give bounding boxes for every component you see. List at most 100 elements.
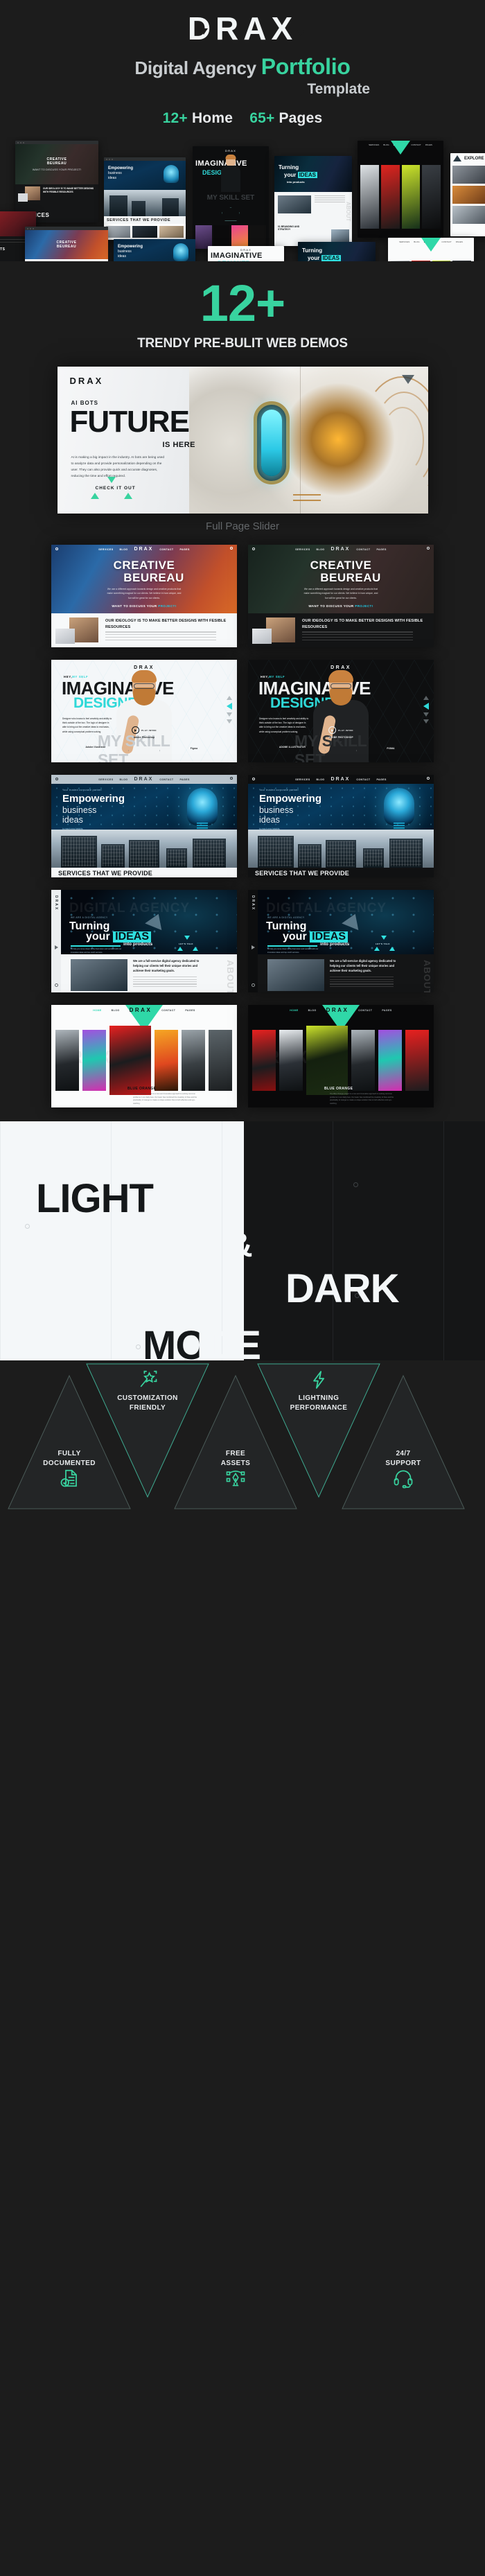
demo-card-creative-light[interactable]: SERVICES BLOG DRAX CONTACT PAGES CREATIV… bbox=[51, 545, 237, 648]
arrow-down-icon[interactable] bbox=[423, 719, 429, 724]
arrow-right-icon[interactable] bbox=[193, 947, 198, 952]
demo-arrow-down-icon[interactable] bbox=[107, 477, 116, 484]
portfolio-item-active[interactable] bbox=[109, 1026, 151, 1096]
nav-link[interactable]: PAGES bbox=[376, 548, 386, 551]
card-cta[interactable]: WANT TO DISCUSS YOUR PROJECT! bbox=[112, 604, 176, 608]
demo-arrow-left-icon[interactable] bbox=[90, 493, 99, 500]
nav-link[interactable]: BLOG bbox=[120, 778, 128, 781]
lets-talk-label[interactable]: LET'S TALK bbox=[179, 943, 193, 945]
user-icon[interactable] bbox=[230, 547, 233, 550]
collage-thumb[interactable]: SERVICES BLOG DRAX CONTACT PAGES bbox=[388, 238, 474, 261]
arrow-right-icon[interactable] bbox=[389, 947, 395, 952]
search-icon[interactable] bbox=[55, 547, 58, 551]
collage-thumb[interactable]: Turning your IDEAS bbox=[298, 242, 376, 261]
portfolio-item-active[interactable] bbox=[306, 1026, 348, 1096]
collage-thumb[interactable]: EXPLORE bbox=[450, 153, 485, 236]
card-paragraph: Designer who knows to feel creativity an… bbox=[62, 717, 112, 733]
demo-card-empowering-light[interactable]: SERVICES BLOG DRAX CONTACT PAGES Your tr… bbox=[51, 775, 237, 878]
user-icon[interactable] bbox=[427, 777, 430, 780]
nav-link[interactable]: CONTACT bbox=[161, 1009, 175, 1012]
portfolio-item[interactable] bbox=[351, 1030, 375, 1092]
lets-talk-label[interactable]: LET'S TALK bbox=[376, 943, 390, 945]
user-icon[interactable] bbox=[251, 983, 255, 988]
demo-card-ideas-dark[interactable]: DRAX DIGITAL AGENCY WE ARE A DIGITAL AGE… bbox=[248, 890, 434, 993]
nav-link[interactable]: CONTACT bbox=[159, 778, 173, 781]
portfolio-item[interactable] bbox=[279, 1030, 303, 1092]
play-arrow-icon[interactable] bbox=[251, 945, 255, 949]
search-icon[interactable] bbox=[55, 778, 58, 781]
collage-thumb[interactable]: SERVICES BLOG DRAX CONTACT PAGES bbox=[358, 141, 443, 238]
nav-link[interactable]: BLOG bbox=[317, 778, 325, 781]
arrow-left-icon[interactable] bbox=[177, 947, 183, 952]
nav-link[interactable]: PAGES bbox=[185, 1009, 195, 1012]
portfolio-item[interactable] bbox=[405, 1030, 429, 1092]
portfolio-item[interactable] bbox=[55, 1030, 79, 1092]
nav-link[interactable]: CONTACT bbox=[356, 548, 370, 551]
portfolio-carousel[interactable] bbox=[248, 1026, 434, 1096]
nav-link[interactable]: PAGES bbox=[179, 548, 189, 551]
collage-thumb[interactable]: DRAX IMAGINATIVE DESIGNER bbox=[208, 246, 284, 261]
ai-bots-demo-card[interactable]: DRAX AI BOTS FUTURE IS HERE AI is making… bbox=[57, 367, 428, 514]
arrow-down-icon[interactable] bbox=[184, 936, 190, 940]
search-icon[interactable] bbox=[252, 778, 255, 781]
slider-arrows[interactable] bbox=[227, 696, 232, 724]
skill-label: Adobe Photoshop bbox=[133, 736, 155, 739]
arrow-down-icon[interactable] bbox=[423, 712, 429, 717]
nav-link[interactable]: SERVICES bbox=[98, 778, 113, 781]
card-paragraph: To help you move closer to the final vis… bbox=[71, 948, 122, 954]
demo-arrow-right-icon[interactable] bbox=[123, 493, 132, 500]
user-icon[interactable] bbox=[54, 983, 58, 988]
nav-link[interactable]: CONTACT bbox=[358, 1009, 372, 1012]
nav-link[interactable]: PAGES bbox=[179, 778, 189, 781]
portfolio-item[interactable] bbox=[82, 1030, 106, 1092]
nav-link[interactable]: CONTACT bbox=[356, 778, 370, 781]
portfolio-item[interactable] bbox=[209, 1030, 232, 1092]
nav-link[interactable]: BLOG bbox=[112, 1009, 120, 1012]
arrow-up-icon[interactable] bbox=[227, 696, 232, 701]
demo-card-portfolio-light[interactable]: DRAX HOME BLOG DRAX CONTACT PAGES BLUE O… bbox=[51, 1005, 237, 1108]
nav-link[interactable]: HOME bbox=[93, 1009, 101, 1012]
arrow-left-icon[interactable] bbox=[423, 703, 429, 710]
collage-thumb[interactable]: Empowering business ideas SERVICES THAT WE… bbox=[104, 157, 186, 240]
nav-link[interactable]: PAGES bbox=[376, 778, 386, 781]
card-cta[interactable]: WANT TO DISCUSS YOUR PROJECT! bbox=[308, 604, 373, 608]
arrow-down-icon[interactable] bbox=[227, 719, 232, 724]
portfolio-item[interactable] bbox=[378, 1030, 402, 1092]
portfolio-item[interactable] bbox=[155, 1030, 178, 1092]
play-arrow-icon[interactable] bbox=[54, 945, 58, 949]
portfolio-item[interactable] bbox=[252, 1030, 276, 1092]
search-icon[interactable] bbox=[252, 547, 255, 551]
collage-thumb[interactable]: Turning your IDEAS into products 01 BRAN… bbox=[274, 156, 352, 246]
collage-thumb[interactable]: Empowering business ideas bbox=[114, 239, 195, 261]
nav-link[interactable]: SERVICES bbox=[295, 548, 310, 551]
nav-link[interactable]: SERVICES bbox=[98, 548, 113, 551]
nav-link[interactable]: BLOG bbox=[120, 548, 128, 551]
demo-card-portfolio-dark[interactable]: DRAX HOME BLOG DRAX CONTACT PAGES BLUE O… bbox=[248, 1005, 434, 1108]
demo-card-creative-dark[interactable]: SERVICES BLOG DRAX CONTACT PAGES CREATIV… bbox=[248, 545, 434, 648]
demo-card-empowering-dark[interactable]: SERVICES BLOG DRAX CONTACT PAGES Your tr… bbox=[248, 775, 434, 878]
user-icon[interactable] bbox=[230, 777, 233, 780]
nav-link[interactable]: CONTACT bbox=[159, 548, 173, 551]
nav-link[interactable]: PAGES bbox=[382, 1009, 391, 1012]
portfolio-carousel[interactable] bbox=[51, 1026, 237, 1096]
arrow-down-icon[interactable] bbox=[227, 712, 232, 717]
demo-card-designer-light[interactable]: DRAX HEY,MY SELF IMAGINATIVE DESIGNER De… bbox=[51, 660, 237, 763]
arrow-up-icon[interactable] bbox=[423, 696, 429, 701]
nav-link[interactable]: BLOG bbox=[308, 1009, 317, 1012]
arrow-left-icon[interactable] bbox=[374, 947, 380, 952]
demo-card-ideas-light[interactable]: DRAX DIGITAL AGENCY WE ARE A DIGITAL AGE… bbox=[51, 890, 237, 993]
nav-link[interactable]: BLOG bbox=[317, 548, 325, 551]
nav-link[interactable]: SERVICES bbox=[295, 778, 310, 781]
demo-card-designer-dark[interactable]: DRAX HEY,MY SELF IMAGINATIVE DESIGNER De… bbox=[248, 660, 434, 763]
demo-cta-label[interactable]: CHECK IT OUT bbox=[96, 486, 136, 491]
nav-link[interactable]: HOME bbox=[290, 1009, 298, 1012]
feature-support[interactable]: 24/7 SUPPORT bbox=[341, 1374, 466, 1510]
collage-thumb[interactable]: CREATIVE BEUREAU bbox=[25, 227, 108, 261]
arrow-down-icon[interactable] bbox=[381, 936, 387, 940]
collage-thumb[interactable]: DRAX IMAGINATIVE DESIGNER MY SKILL SET bbox=[193, 146, 269, 249]
arrow-left-icon[interactable] bbox=[227, 703, 232, 710]
collage-thumb[interactable]: CREATIVE BEUREAU WANT TO DISCUSS YOUR PRO… bbox=[15, 141, 98, 222]
user-icon[interactable] bbox=[427, 547, 430, 550]
portfolio-item[interactable] bbox=[182, 1030, 205, 1092]
slider-arrows[interactable] bbox=[423, 696, 429, 724]
